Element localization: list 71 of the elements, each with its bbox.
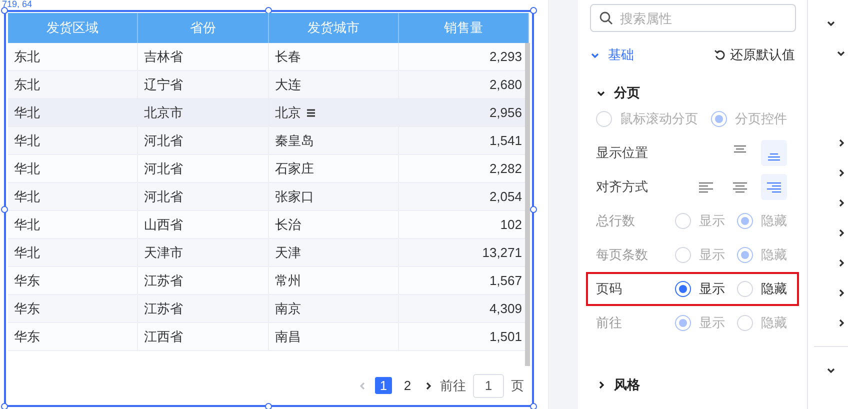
table-cell: 南昌 xyxy=(269,323,399,350)
table-cell: 南京 xyxy=(269,295,399,322)
setting-label: 显示位置 xyxy=(596,144,649,162)
table-cell: 山西省 xyxy=(138,211,269,238)
resize-handle[interactable] xyxy=(530,7,537,14)
setting-label: 页码 xyxy=(596,280,623,298)
radio-icon[interactable] xyxy=(675,281,691,297)
table-cell: 华北 xyxy=(8,155,138,182)
section-toggle[interactable]: 基础 xyxy=(590,46,634,64)
table-cell: 长治 xyxy=(269,211,399,238)
table-cell: 华北 xyxy=(8,183,138,210)
setting-label: 每页条数 xyxy=(596,246,649,264)
align-right-button[interactable] xyxy=(761,174,787,200)
page-button[interactable]: 2 xyxy=(399,377,416,394)
radio-option[interactable]: 隐藏 xyxy=(737,280,787,298)
goto-label: 前往 xyxy=(440,376,466,394)
section-toggle[interactable]: 风格 xyxy=(596,376,640,394)
table-cell: 天津 xyxy=(269,239,399,266)
lines-icon xyxy=(733,182,747,192)
menu-icon[interactable] xyxy=(306,108,316,118)
table-cell: 华北 xyxy=(8,211,138,238)
lines-icon xyxy=(767,153,781,161)
table-cell: 辽宁省 xyxy=(138,71,269,98)
resize-handle[interactable] xyxy=(265,403,272,409)
table-cell: 华东 xyxy=(8,267,138,294)
table-cell: 华东 xyxy=(8,323,138,350)
table-cell: 北京市 xyxy=(138,99,269,126)
table-cell: 天津市 xyxy=(138,239,269,266)
table-cell: 华北 xyxy=(8,127,138,154)
table-cell: 常州 xyxy=(269,267,399,294)
group-toggle[interactable]: 分页 xyxy=(596,84,640,102)
table-cell: 江西省 xyxy=(138,323,269,350)
table-cell: 东北 xyxy=(8,43,138,70)
table-cell: 河北省 xyxy=(138,127,269,154)
resize-handle[interactable] xyxy=(1,206,8,213)
table-cell: 华东 xyxy=(8,295,138,322)
resize-handle[interactable] xyxy=(1,7,8,14)
resize-handle[interactable] xyxy=(1,403,8,409)
table-cell: 秦皇岛 xyxy=(269,127,399,154)
setting-label: 对齐方式 xyxy=(596,178,649,196)
setting-label: 总行数 xyxy=(596,212,636,230)
table-cell: 东北 xyxy=(8,71,138,98)
undo-icon xyxy=(714,49,726,61)
table-cell: 大连 xyxy=(269,71,399,98)
table-cell: 石家庄 xyxy=(269,155,399,182)
search-icon xyxy=(599,11,613,25)
resize-handle[interactable] xyxy=(530,206,537,213)
reset-button[interactable]: 还原默认值 xyxy=(714,46,795,64)
lines-icon xyxy=(767,182,781,192)
search-field[interactable]: 搜索属性 xyxy=(590,4,796,32)
setting-label: 前往 xyxy=(596,314,623,332)
table-cell: 河北省 xyxy=(138,183,269,210)
table-cell: 吉林省 xyxy=(138,43,269,70)
scrollbar[interactable] xyxy=(525,43,530,366)
table-cell-text: 北京 xyxy=(275,104,301,122)
coordinates-label: 719, 64 xyxy=(2,0,32,9)
table-cell: 河北省 xyxy=(138,155,269,182)
lines-icon xyxy=(733,145,747,153)
page-input[interactable]: 1 xyxy=(473,374,504,398)
table-cell: 张家口 xyxy=(269,183,399,210)
align-bottom-button[interactable] xyxy=(761,140,787,166)
lines-icon xyxy=(699,182,713,192)
radio-option[interactable]: 显示 xyxy=(675,280,725,298)
table-cell: 华北 xyxy=(8,99,138,126)
table-cell: 华北 xyxy=(8,239,138,266)
table-cell: 江苏省 xyxy=(138,267,269,294)
resize-handle[interactable] xyxy=(530,403,537,409)
page-button[interactable]: 1 xyxy=(375,377,392,394)
page-unit-label: 页 xyxy=(511,376,524,394)
table-cell: 江苏省 xyxy=(138,295,269,322)
table-cell: 长春 xyxy=(269,43,399,70)
